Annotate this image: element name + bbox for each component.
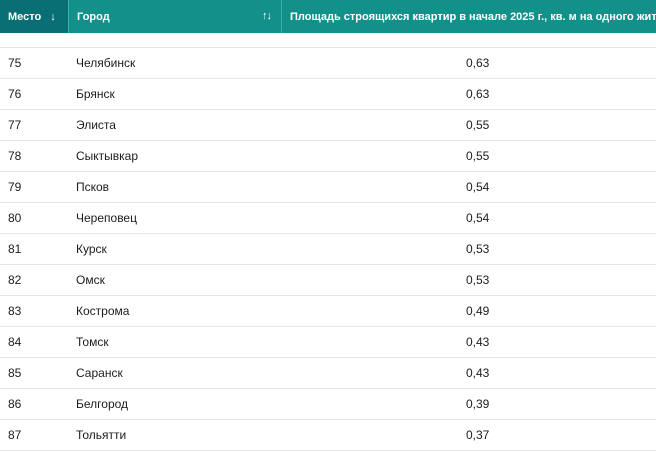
cell-city: Челябинск [76, 56, 136, 70]
cell-rank: 76 [8, 87, 22, 101]
cell-rank: 79 [8, 180, 22, 194]
table-row: 83 Кострома 0,49 [0, 296, 656, 327]
table-row: 76 Брянск 0,63 [0, 79, 656, 110]
cell-area-value: 0,54 [466, 211, 490, 225]
cell-rank: 86 [8, 397, 22, 411]
table-row: 86 Белгород 0,39 [0, 389, 656, 420]
cell-city: Белгород [76, 397, 129, 411]
table-row: 80 Череповец 0,54 [0, 203, 656, 234]
column-header-area-label: Площадь строящихся квартир в начале 2025… [290, 10, 656, 23]
cell-area-value: 0,49 [466, 304, 490, 318]
table-body: 75 Челябинск 0,63 76 Брянск 0,63 77 Элиста 0,55 7… [0, 48, 656, 451]
table-row: 85 Саранск 0,43 [0, 358, 656, 389]
table-row: 77 Элиста 0,55 [0, 110, 656, 141]
table-top-spacer [0, 33, 656, 48]
column-header-rank-label: Место [8, 10, 42, 23]
cell-area-value: 0,63 [466, 87, 490, 101]
cell-rank: 75 [8, 56, 22, 70]
cell-area-value: 0,55 [466, 149, 490, 163]
cell-city: Саранск [76, 366, 123, 380]
cell-area-value: 0,37 [466, 428, 490, 442]
cell-area-value: 0,55 [466, 118, 490, 132]
cell-city: Тольятти [76, 428, 127, 442]
cell-city: Череповец [76, 211, 137, 225]
table-row: 84 Томск 0,43 [0, 327, 656, 358]
cell-city: Элиста [76, 118, 116, 132]
table-row: 75 Челябинск 0,63 [0, 48, 656, 79]
column-header-city-label: Город [77, 10, 110, 23]
cell-area-value: 0,53 [466, 273, 490, 287]
cell-city: Сыктывкар [76, 149, 139, 163]
cell-rank: 80 [8, 211, 22, 225]
sort-toggle-icon[interactable]: ↑↓ [262, 10, 272, 22]
cell-area-value: 0,39 [466, 397, 490, 411]
cell-city: Брянск [76, 87, 115, 101]
table-row: 87 Тольятти 0,37 [0, 420, 656, 451]
cell-city: Кострома [76, 304, 130, 318]
cell-area-value: 0,63 [466, 56, 490, 70]
cell-rank: 84 [8, 335, 22, 349]
cell-rank: 82 [8, 273, 22, 287]
cell-area-value: 0,43 [466, 366, 490, 380]
ranking-table: Место ↓ Город ↑↓ Площадь строящихся квар… [0, 0, 656, 452]
table-row: 81 Курск 0,53 [0, 234, 656, 265]
cell-area-value: 0,54 [466, 180, 490, 194]
cell-rank: 87 [8, 428, 22, 442]
cell-rank: 78 [8, 149, 22, 163]
cell-area-value: 0,43 [466, 335, 490, 349]
cell-rank: 85 [8, 366, 22, 380]
cell-city: Томск [76, 335, 109, 349]
table-row: 78 Сыктывкар 0,55 [0, 141, 656, 172]
cell-city: Псков [76, 180, 110, 194]
column-header-rank[interactable]: Место ↓ [0, 0, 69, 33]
sort-descending-icon[interactable]: ↓ [50, 11, 56, 23]
table-row: 82 Омск 0,53 [0, 265, 656, 296]
cell-rank: 81 [8, 242, 22, 256]
cell-rank: 83 [8, 304, 22, 318]
cell-rank: 77 [8, 118, 22, 132]
cell-city: Омск [76, 273, 105, 287]
table-row: 79 Псков 0,54 [0, 172, 656, 203]
column-header-city[interactable]: Город ↑↓ [69, 0, 282, 33]
cell-city: Курск [76, 242, 107, 256]
column-header-area[interactable]: Площадь строящихся квартир в начале 2025… [282, 0, 656, 33]
cell-area-value: 0,53 [466, 242, 490, 256]
table-header: Место ↓ Город ↑↓ Площадь строящихся квар… [0, 0, 656, 33]
